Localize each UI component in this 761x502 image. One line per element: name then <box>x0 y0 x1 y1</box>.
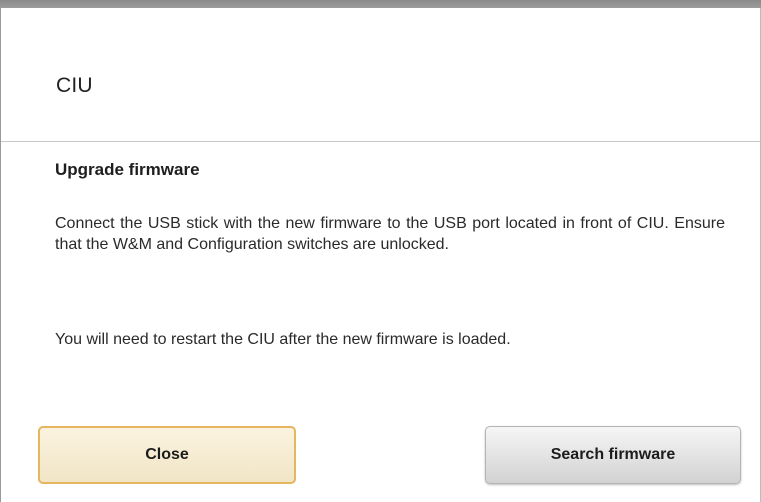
upgrade-firmware-panel: Upgrade firmware Connect the USB stick w… <box>1 142 760 502</box>
ciu-screen: CIU Upgrade firmware Connect the USB sti… <box>0 0 761 502</box>
window-top-bar <box>0 0 761 8</box>
search-firmware-button-label: Search firmware <box>550 446 676 463</box>
close-button-label: Close <box>145 446 189 463</box>
app-title: CIU <box>56 74 93 97</box>
instructions-text: Connect the USB stick with the new firmw… <box>55 215 725 253</box>
restart-note: You will need to restart the CIU after t… <box>55 331 511 348</box>
search-firmware-button[interactable]: Search firmware <box>485 426 741 484</box>
close-button[interactable]: Close <box>38 426 296 484</box>
section-title: Upgrade firmware <box>55 160 200 179</box>
header: CIU <box>1 8 760 142</box>
